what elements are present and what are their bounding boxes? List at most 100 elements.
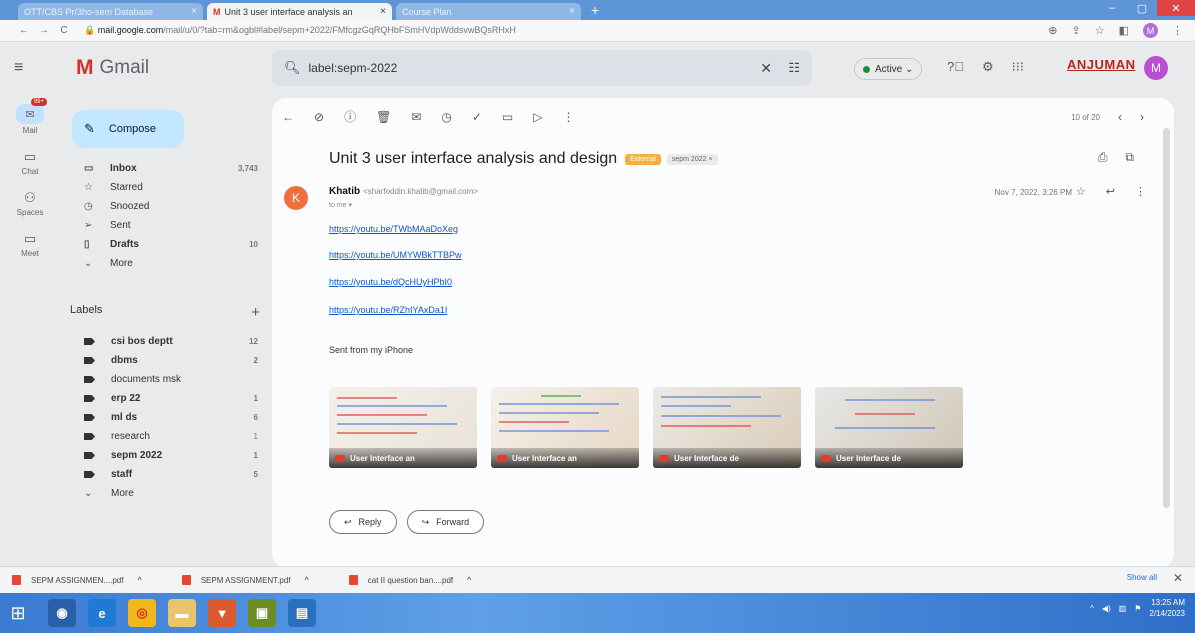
label-chip[interactable]: sepm 2022 × (666, 153, 718, 165)
minimize-icon[interactable]: – (1097, 0, 1127, 16)
download-item[interactable]: SEPM ASSIGNMEN....pdf ^ (12, 575, 142, 585)
close-tab-icon[interactable]: × (569, 6, 575, 17)
help-icon[interactable]: ?⃝ (947, 59, 964, 75)
search-bar[interactable]: 🔍︎ label:sepm-2022 ✕ ☷ (272, 50, 812, 86)
youtube-link[interactable]: https://youtu.be/RZhIYAxDa1I (329, 305, 447, 315)
chevron-up-icon[interactable]: ^ (467, 575, 471, 585)
add-task-icon[interactable]: ✓ (472, 110, 482, 124)
close-tab-icon[interactable]: × (191, 6, 197, 17)
more-actions-icon[interactable]: ⋮ (563, 110, 575, 124)
sidebar-item-more[interactable]: ⌄ More (60, 255, 272, 272)
sidebar-item-label[interactable]: ml ds 6 (60, 408, 272, 427)
video-thumbnail[interactable]: User Interface de (815, 387, 963, 468)
rail-meet[interactable]: ▭ Meet (0, 231, 60, 258)
window-close-icon[interactable]: ✕ (1157, 0, 1195, 16)
chrome-icon[interactable]: ◎ (128, 599, 156, 627)
mark-unread-icon[interactable]: ✉ (411, 110, 421, 124)
sidebar-item-label[interactable]: sepm 2022 1 (60, 446, 272, 465)
clear-search-icon[interactable]: ✕ (760, 60, 772, 77)
sidebar-item-label[interactable]: research 1 (60, 427, 272, 446)
print-icon[interactable]: ⎙ (1098, 150, 1108, 165)
share-icon[interactable]: ⇪ (1072, 24, 1081, 37)
sidebar-item-label[interactable]: csi bos deptt 12 (60, 332, 272, 351)
move-to-icon[interactable]: ▭ (502, 110, 513, 124)
back-icon[interactable]: ← (14, 25, 34, 36)
browser-tab[interactable]: Course Plan × (396, 3, 581, 20)
video-thumbnail[interactable]: User Interface an (491, 387, 639, 468)
older-icon[interactable]: › (1140, 110, 1144, 124)
volume-icon[interactable]: ◀) (1102, 604, 1111, 613)
label-icon[interactable]: ▷ (533, 110, 542, 124)
show-all-downloads-link[interactable]: Show all (1127, 573, 1157, 582)
forward-icon[interactable]: → (34, 25, 54, 36)
reply-button[interactable]: ↩ Reply (329, 510, 397, 534)
browser-tab[interactable]: OTT/CBS Pr/3ho-sem Database × (18, 3, 203, 20)
brave-browser-icon[interactable]: ▼ (208, 599, 236, 627)
message-scrollbar[interactable] (1163, 128, 1170, 508)
photos-app-icon[interactable]: ▤ (288, 599, 316, 627)
forward-button[interactable]: ↪ Forward (406, 510, 485, 534)
sidebar-item-more-labels[interactable]: ⌄ More (60, 484, 272, 503)
archive-icon[interactable]: ⊘ (314, 110, 324, 124)
youtube-link[interactable]: https://youtu.be/TWbMAaDoXeg (329, 224, 458, 234)
report-spam-icon[interactable]: ⓘ (344, 108, 356, 125)
download-item[interactable]: cat II question ban....pdf ^ (348, 575, 471, 585)
location-icon[interactable]: ⊕ (1048, 24, 1057, 37)
internet-explorer-icon[interactable]: e (88, 599, 116, 627)
star-icon[interactable]: ☆ (1076, 185, 1086, 198)
gmail-logo[interactable]: M Gmail (76, 56, 149, 80)
youtube-link[interactable]: https://youtu.be/UMYWBkTTBPw (329, 250, 462, 260)
reload-icon[interactable]: C (54, 25, 74, 36)
bookmark-star-icon[interactable]: ☆ (1095, 24, 1105, 37)
close-tab-icon[interactable]: × (380, 6, 386, 17)
chevron-up-icon[interactable]: ^ (137, 575, 141, 585)
search-options-icon[interactable]: ☷ (788, 60, 800, 76)
rail-mail[interactable]: ✉ 99+ Mail (0, 98, 60, 135)
apps-grid-icon[interactable]: ⁝⁝⁝ (1012, 59, 1024, 75)
sidepanel-icon[interactable]: ◧ (1119, 24, 1129, 37)
open-new-window-icon[interactable]: ⧉ (1125, 150, 1134, 165)
main-menu-icon[interactable]: ≡ (14, 59, 32, 77)
snooze-icon[interactable]: ◷ (441, 110, 451, 124)
file-explorer-icon[interactable]: ▬ (168, 599, 196, 627)
flag-icon[interactable]: ⚑ (1134, 604, 1141, 613)
more-icon[interactable]: ⋮ (1135, 185, 1146, 198)
download-item[interactable]: SEPM ASSIGNMENT.pdf ^ (181, 575, 309, 585)
back-to-list-icon[interactable]: ← (282, 110, 294, 124)
sidebar-item-starred[interactable]: ☆ Starred (60, 179, 272, 196)
sidebar-item-drafts[interactable]: ▯ Drafts 10 (60, 236, 272, 253)
sidebar-item-inbox[interactable]: ▭ Inbox 3,743 (60, 160, 272, 177)
account-avatar[interactable]: M (1144, 56, 1168, 80)
sidebar-item-snoozed[interactable]: ◷ Snoozed (60, 198, 272, 215)
sidebar-item-label[interactable]: erp 22 1 (60, 389, 272, 408)
sidebar-item-label[interactable]: staff 5 (60, 465, 272, 484)
status-selector[interactable]: Active ⌄ (854, 58, 923, 80)
compose-button[interactable]: ✎ Compose (72, 110, 184, 148)
recipients-toggle[interactable]: to me ▾ (329, 201, 352, 209)
new-tab-icon[interactable]: + (591, 2, 599, 18)
video-thumbnail[interactable]: User Interface an (329, 387, 477, 468)
tray-chevron-icon[interactable]: ^ (1090, 604, 1094, 613)
browser-menu-icon[interactable]: ⋮ (1172, 24, 1183, 37)
sidebar-item-sent[interactable]: ➢ Sent (60, 217, 272, 234)
browser-tab-active[interactable]: M Unit 3 user interface analysis an × (207, 3, 392, 20)
url-field[interactable]: 🔒 mail.google.com/mail/u/0/?tab=rm&ogbl#… (84, 25, 844, 36)
youtube-link[interactable]: https://youtu.be/dQcHUyHPbI0 (329, 277, 452, 287)
sidebar-item-label[interactable]: dbms 2 (60, 351, 272, 370)
add-label-icon[interactable]: + (251, 304, 260, 321)
settings-gear-icon[interactable]: ⚙ (982, 59, 994, 75)
search-icon[interactable]: 🔍︎ (284, 60, 301, 76)
rail-chat[interactable]: ▭ Chat (0, 149, 60, 176)
search-input[interactable]: label:sepm-2022 (309, 61, 398, 75)
network-icon[interactable]: ▥ (1119, 604, 1127, 613)
app-icon[interactable]: ▣ (248, 599, 276, 627)
organization-logo[interactable]: ANJUMAN (1067, 57, 1136, 72)
newer-icon[interactable]: ‹ (1118, 110, 1122, 124)
cortana-icon[interactable]: ◉ (48, 599, 76, 627)
maximize-icon[interactable]: ▢ (1127, 0, 1157, 16)
clock[interactable]: 13:25 AM 2/14/2023 (1149, 597, 1185, 619)
windows-start-icon[interactable]: ⊞ (0, 593, 36, 633)
browser-profile-icon[interactable]: M (1143, 23, 1158, 38)
sidebar-item-label[interactable]: documents msk (60, 370, 272, 389)
rail-spaces[interactable]: ⚇ Spaces (0, 190, 60, 217)
